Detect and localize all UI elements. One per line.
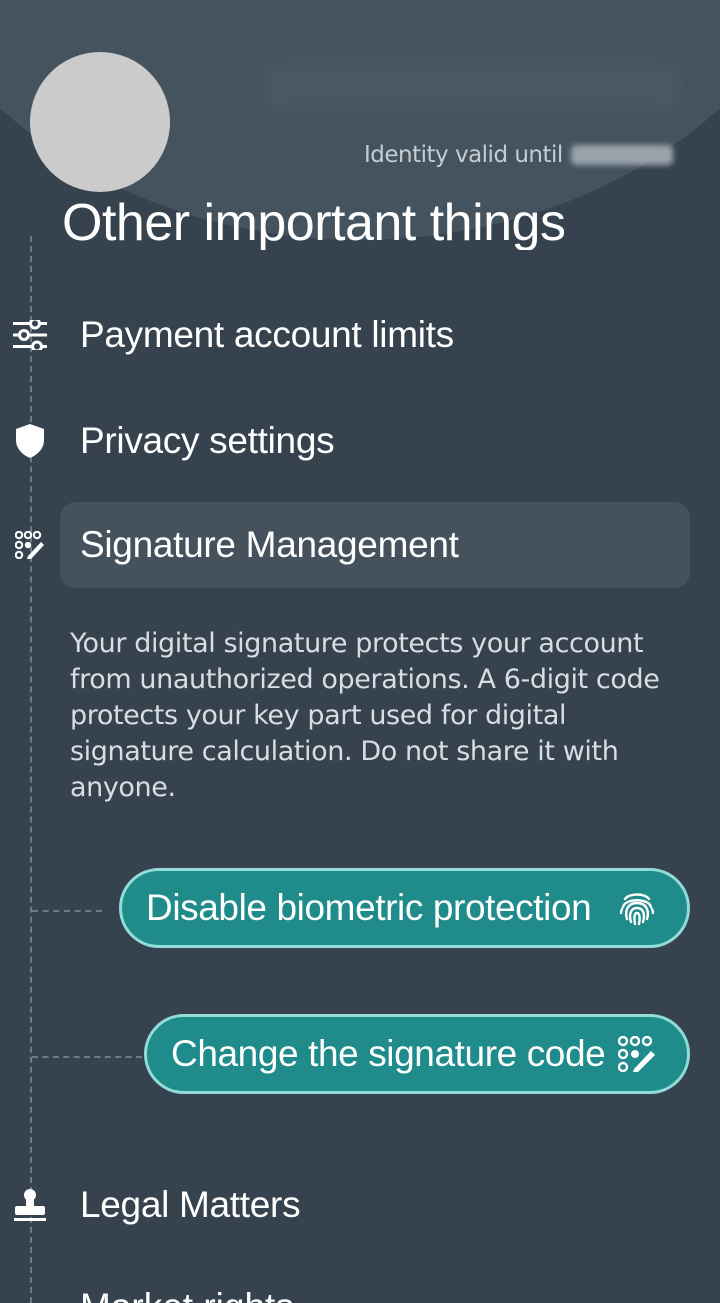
menu-item-payment-limits[interactable]: Payment account limits bbox=[0, 292, 720, 378]
menu-item-signature[interactable]: Signature Management bbox=[0, 502, 720, 588]
user-name-redacted bbox=[262, 62, 682, 108]
menu-item-next-partial[interactable]: Market rights bbox=[0, 1288, 720, 1303]
signature-description: Your digital signature protects your acc… bbox=[70, 628, 660, 803]
identity-date-redacted bbox=[570, 145, 673, 165]
menu-item-privacy[interactable]: Privacy settings bbox=[0, 398, 720, 484]
timeline-line bbox=[30, 236, 32, 1303]
menu-label-legal: Legal Matters bbox=[80, 1184, 301, 1225]
section-title: Other important things bbox=[62, 194, 566, 250]
section-title-container: Other important things bbox=[62, 194, 622, 250]
connector-line bbox=[32, 1056, 142, 1058]
fingerprint-icon bbox=[617, 888, 657, 928]
menu-label-next-partial: Market rights bbox=[80, 1288, 294, 1303]
connector-line bbox=[32, 910, 102, 912]
stamp-icon bbox=[12, 1187, 48, 1223]
menu-item-legal[interactable]: Legal Matters bbox=[0, 1162, 720, 1248]
shield-icon bbox=[12, 423, 48, 459]
change-signature-code-label: Change the signature code bbox=[171, 1033, 606, 1074]
keypad-pen-icon bbox=[12, 527, 48, 563]
disable-biometric-label: Disable biometric protection bbox=[146, 887, 592, 928]
keypad-pen-icon bbox=[617, 1034, 657, 1074]
identity-valid-label: Identity valid until bbox=[364, 142, 563, 168]
avatar[interactable] bbox=[30, 52, 170, 192]
sliders-icon bbox=[12, 317, 48, 353]
menu-label-signature: Signature Management bbox=[80, 524, 459, 565]
change-signature-code-button[interactable]: Change the signature code bbox=[144, 1014, 690, 1094]
disable-biometric-button[interactable]: Disable biometric protection bbox=[119, 868, 690, 948]
identity-validity: Identity valid until bbox=[364, 140, 673, 170]
menu-label-privacy: Privacy settings bbox=[80, 420, 335, 461]
menu-label-payment-limits: Payment account limits bbox=[80, 314, 454, 355]
